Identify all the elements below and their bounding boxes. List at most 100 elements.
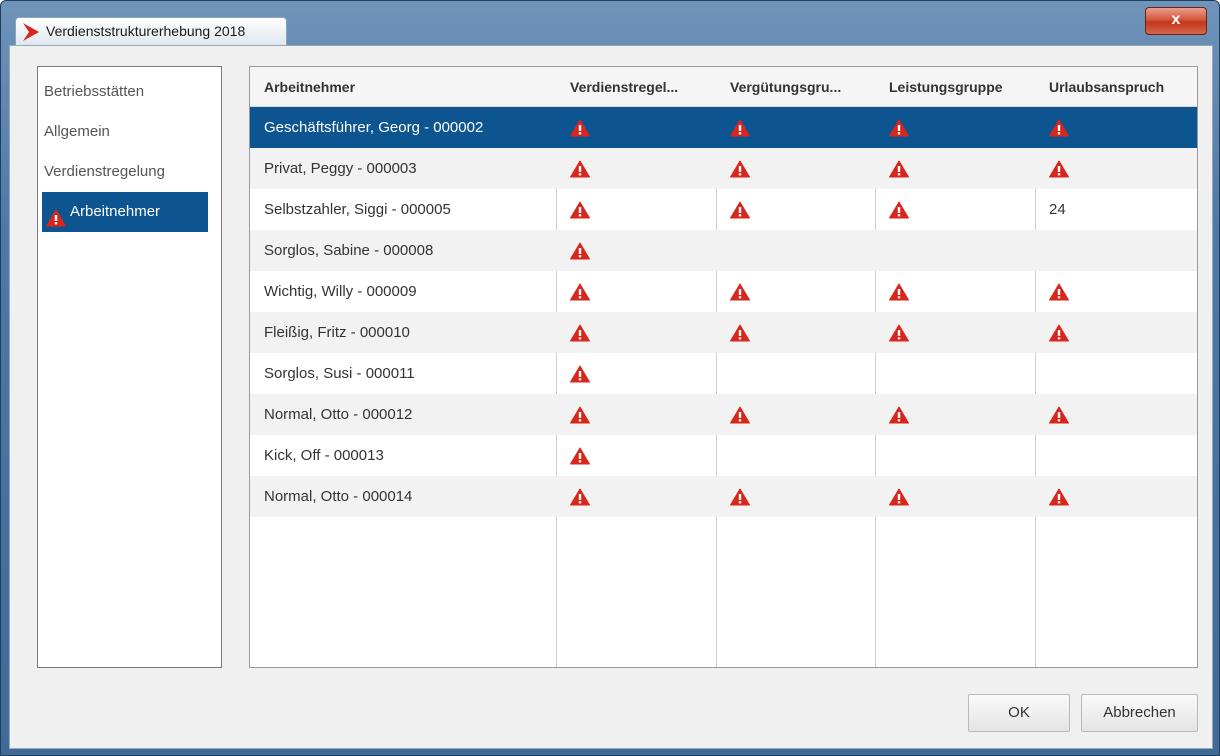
- warning-icon: [889, 488, 909, 506]
- table-cell: [730, 476, 750, 517]
- nav-panel: Betriebsstätten Allgemein Verdienstregelun…: [37, 66, 222, 668]
- column-header[interactable]: Verdienstregel...: [570, 67, 678, 107]
- warning-icon: [570, 201, 590, 219]
- nav-item-arbeitnehmer[interactable]: Arbeitnehmer: [42, 192, 208, 232]
- table-row[interactable]: Fleißig, Fritz - 000010: [250, 312, 1197, 353]
- warning-icon: [889, 201, 909, 219]
- warning-icon: [570, 242, 590, 260]
- nav-item-label: Betriebsstätten: [44, 83, 145, 100]
- table-cell: [889, 271, 909, 312]
- dialog-window: Verdienststrukturerhebung 2018 x Betrieb…: [0, 0, 1220, 756]
- employee-name-cell: Fleißig, Fritz - 000010: [264, 324, 410, 341]
- employee-name-cell: Kick, Off - 000013: [264, 447, 384, 464]
- table-row[interactable]: Sorglos, Sabine - 000008: [250, 230, 1197, 271]
- table-cell: [570, 353, 590, 394]
- warning-icon: [570, 119, 590, 137]
- column-header[interactable]: Vergütungsgru...: [730, 67, 841, 107]
- table-cell: [889, 148, 909, 189]
- table-cell: [570, 189, 590, 230]
- table-cell: [570, 148, 590, 189]
- nav-item-label: Allgemein: [44, 123, 110, 140]
- warning-icon: [730, 488, 750, 506]
- warning-icon: [570, 283, 590, 301]
- warning-icon: [730, 406, 750, 424]
- nav-warning-icon-wrap: [46, 203, 66, 227]
- employee-table: Arbeitnehmer Verdienstregel... Vergütungsg…: [249, 66, 1198, 668]
- employee-name-cell: Wichtig, Willy - 000009: [264, 283, 417, 300]
- employee-name-cell: Geschäftsführer, Georg - 000002: [264, 119, 484, 136]
- table-cell: [570, 435, 590, 476]
- table-cell: [730, 271, 750, 312]
- table-cell: [730, 148, 750, 189]
- table-cell: [570, 230, 590, 271]
- warning-icon: [46, 209, 66, 227]
- employee-name-cell: Privat, Peggy - 000003: [264, 160, 417, 177]
- table-cell: [1049, 394, 1069, 435]
- table-cell: [1049, 476, 1069, 517]
- nav-item-verdienstregelung[interactable]: Verdienstregelung: [42, 152, 208, 192]
- table-body: Geschäftsführer, Georg - 000002 Privat, P…: [250, 107, 1197, 517]
- nav-item-allgemein[interactable]: Allgemein: [42, 112, 208, 152]
- employee-name-cell: Sorglos, Sabine - 000008: [264, 242, 434, 259]
- nav-item-label: Verdienstregelung: [44, 163, 165, 180]
- nav-item-betriebsstätten[interactable]: Betriebsstätten: [42, 72, 208, 112]
- table-cell: [730, 189, 750, 230]
- table-row[interactable]: Normal, Otto - 000014: [250, 476, 1197, 517]
- table-row[interactable]: Privat, Peggy - 000003: [250, 148, 1197, 189]
- warning-icon: [570, 365, 590, 383]
- employee-name-cell: Normal, Otto - 000012: [264, 406, 413, 423]
- employee-name-cell: Normal, Otto - 000014: [264, 488, 413, 505]
- warning-icon: [1049, 406, 1069, 424]
- table-cell: [570, 107, 590, 148]
- table-cell: [730, 394, 750, 435]
- warning-icon: [1049, 283, 1069, 301]
- close-button[interactable]: x: [1145, 7, 1207, 35]
- warning-icon: [570, 160, 590, 178]
- table-cell: [570, 476, 590, 517]
- title-bar[interactable]: Verdienststrukturerhebung 2018 x: [1, 1, 1219, 47]
- dialog-client-area: Betriebsstätten Allgemein Verdienstregelun…: [9, 45, 1213, 749]
- warning-icon: [889, 160, 909, 178]
- table-cell: [570, 312, 590, 353]
- table-cell: [570, 394, 590, 435]
- ok-button[interactable]: OK: [968, 694, 1070, 732]
- table-cell: [570, 271, 590, 312]
- warning-icon: [730, 201, 750, 219]
- column-header[interactable]: Arbeitnehmer: [264, 67, 355, 107]
- warning-icon: [889, 283, 909, 301]
- table-cell: [889, 394, 909, 435]
- warning-icon: [570, 488, 590, 506]
- warning-icon: [570, 324, 590, 342]
- table-row[interactable]: Wichtig, Willy - 000009: [250, 271, 1197, 312]
- table-cell: [1049, 271, 1069, 312]
- window-title: Verdienststrukturerhebung 2018: [46, 23, 246, 39]
- table-cell: [889, 107, 909, 148]
- table-cell: [730, 312, 750, 353]
- table-row[interactable]: Geschäftsführer, Georg - 000002: [250, 107, 1197, 148]
- warning-icon: [889, 119, 909, 137]
- warning-icon: [570, 447, 590, 465]
- cancel-button[interactable]: Abbrechen: [1081, 694, 1198, 732]
- warning-icon: [730, 119, 750, 137]
- column-header[interactable]: Urlaubsanspruch: [1049, 67, 1164, 107]
- table-cell: [1049, 148, 1069, 189]
- warning-icon: [570, 406, 590, 424]
- table-cell: [1049, 312, 1069, 353]
- table-row[interactable]: Sorglos, Susi - 000011: [250, 353, 1197, 394]
- table-row[interactable]: Selbstzahler, Siggi - 000005 24: [250, 189, 1197, 230]
- column-header[interactable]: Leistungsgruppe: [889, 67, 1003, 107]
- app-logo-icon: [23, 23, 39, 41]
- table-cell: 24: [1049, 201, 1066, 218]
- title-tab: Verdienststrukturerhebung 2018: [15, 17, 287, 45]
- warning-icon: [1049, 488, 1069, 506]
- table-cell: [889, 189, 909, 230]
- warning-icon: [889, 324, 909, 342]
- warning-icon: [1049, 324, 1069, 342]
- warning-icon: [889, 406, 909, 424]
- table-cell: [730, 107, 750, 148]
- table-row[interactable]: Normal, Otto - 000012: [250, 394, 1197, 435]
- table-cell: [1049, 107, 1069, 148]
- table-row[interactable]: Kick, Off - 000013: [250, 435, 1197, 476]
- warning-icon: [730, 324, 750, 342]
- table-cell: [889, 476, 909, 517]
